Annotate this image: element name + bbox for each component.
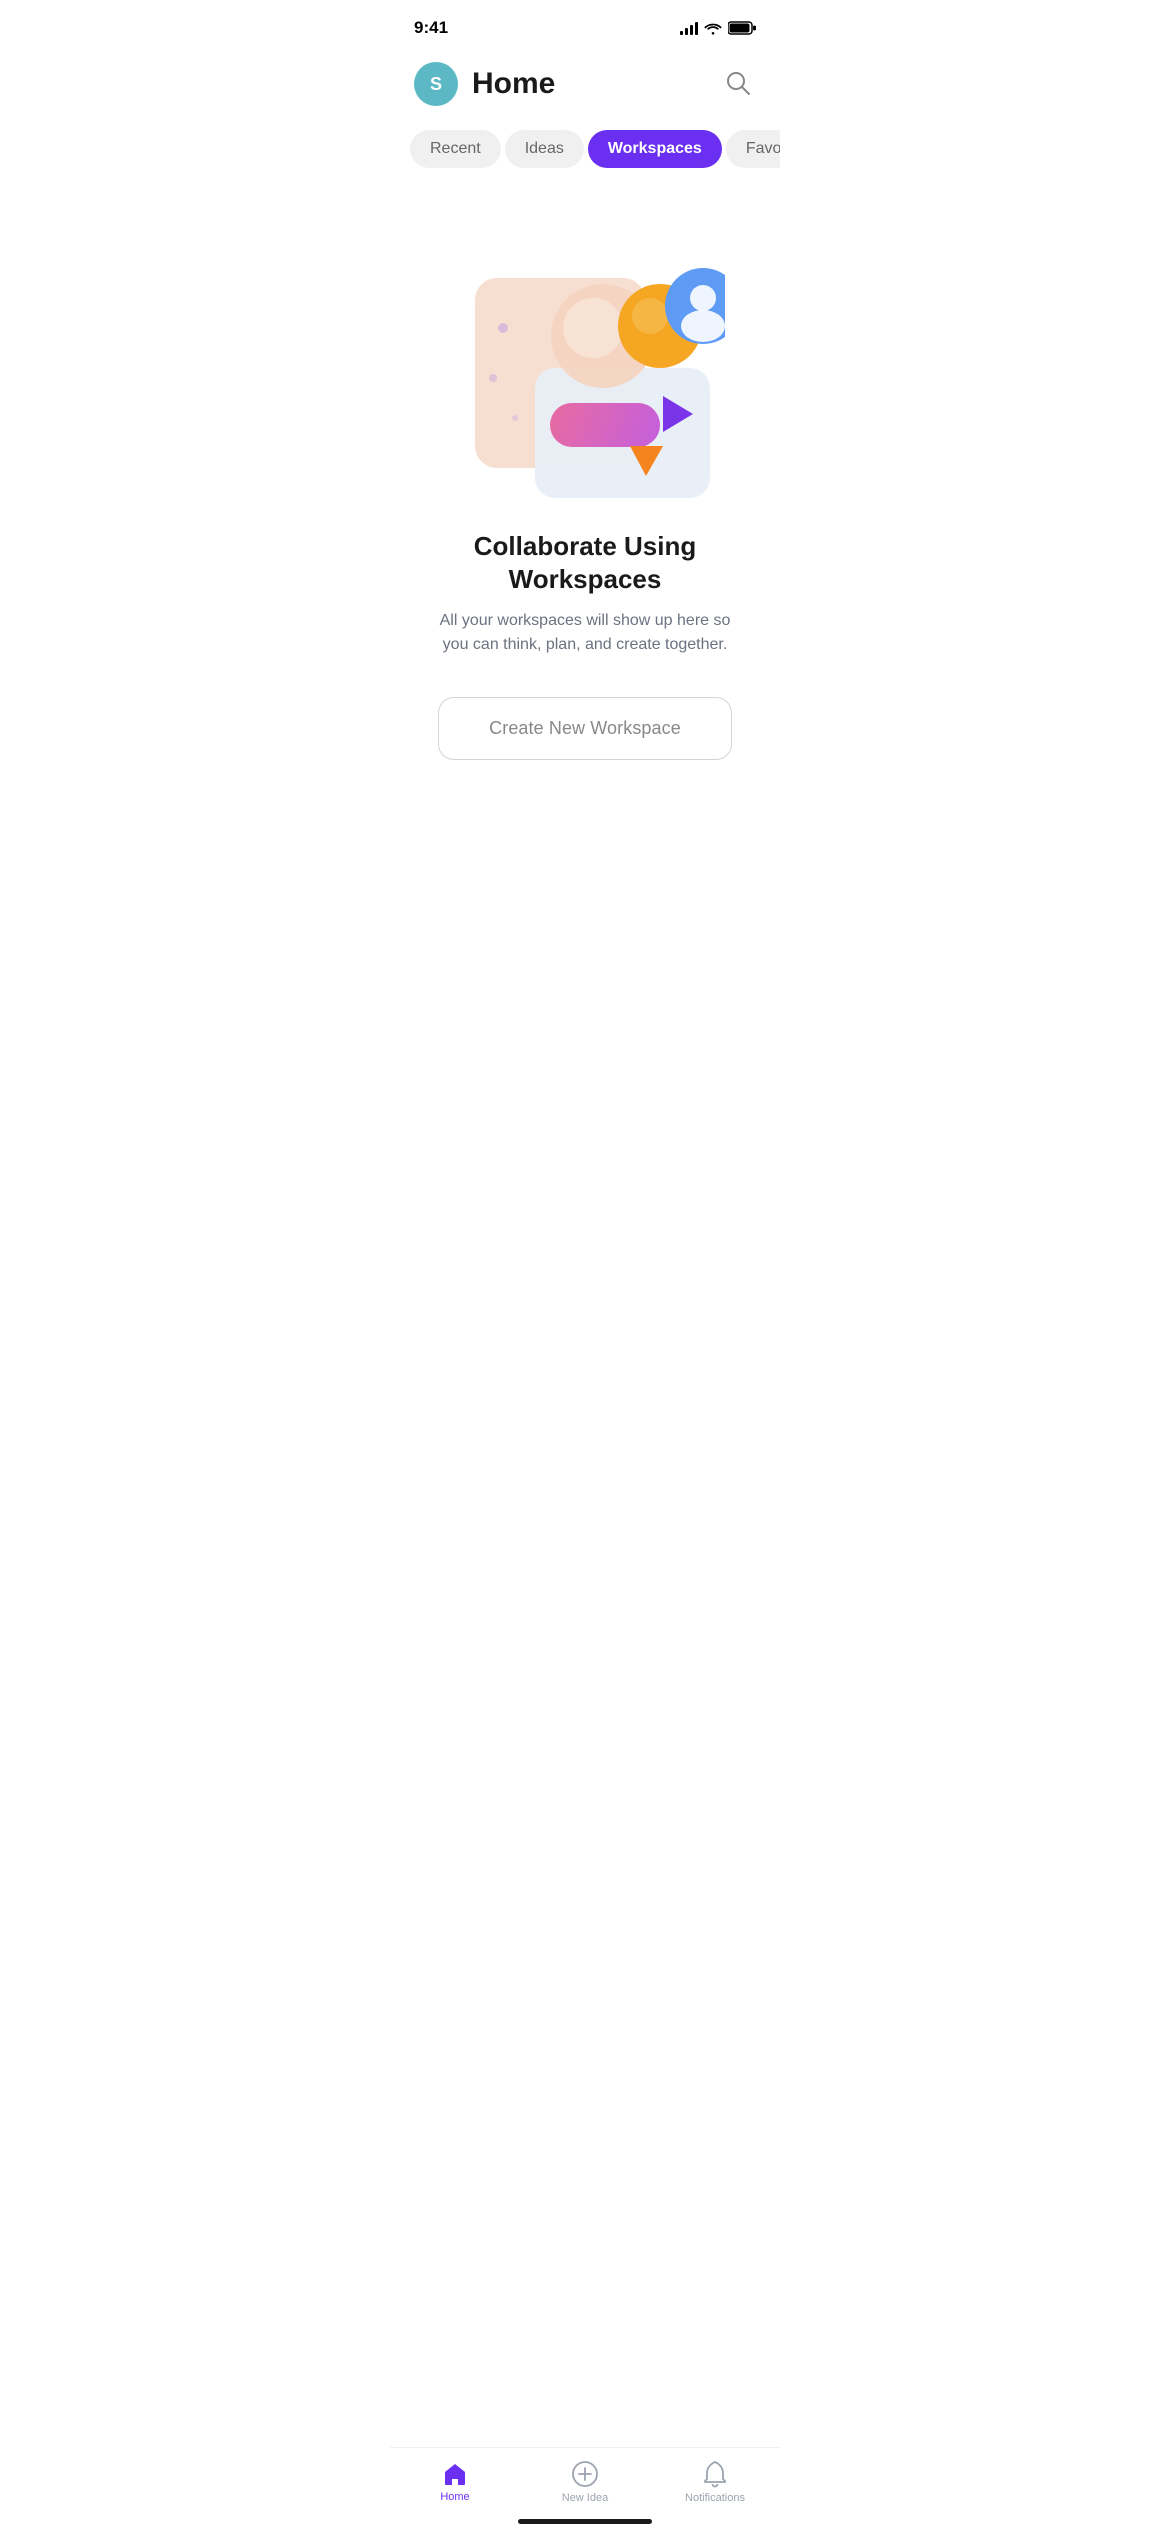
nav-home[interactable]: Home: [415, 2461, 495, 2503]
header-left: S Home: [414, 62, 555, 106]
new-idea-icon: [571, 2460, 599, 2488]
workspace-illustration: [445, 218, 725, 498]
create-workspace-button[interactable]: Create New Workspace: [438, 697, 732, 760]
search-icon: [724, 69, 752, 97]
nav-notifications[interactable]: Notifications: [675, 2460, 755, 2504]
avatar: S: [414, 62, 458, 106]
nav-notifications-label: Notifications: [685, 2492, 745, 2504]
battery-icon: [728, 21, 756, 35]
nav-new-idea-label: New Idea: [562, 2492, 608, 2504]
collab-heading: Collaborate Using Workspaces: [420, 530, 750, 595]
page-title: Home: [472, 67, 555, 101]
tab-ideas[interactable]: Ideas: [505, 130, 584, 168]
tab-workspaces[interactable]: Workspaces: [588, 130, 722, 168]
header: S Home: [390, 50, 780, 122]
tabs-container: Recent Ideas Workspaces Favourites: [390, 122, 780, 188]
signal-icon: [680, 21, 698, 35]
status-time: 9:41: [414, 18, 448, 38]
home-indicator: [518, 2519, 652, 2524]
tab-favourites[interactable]: Favourites: [726, 130, 780, 168]
status-icons: [680, 21, 756, 35]
nav-new-idea[interactable]: New Idea: [545, 2460, 625, 2504]
tab-recent[interactable]: Recent: [410, 130, 501, 168]
nav-home-label: Home: [440, 2491, 469, 2503]
search-button[interactable]: [720, 65, 756, 104]
main-content: Collaborate Using Workspaces All your wo…: [390, 188, 780, 760]
collab-description: All your workspaces will show up here so…: [425, 609, 745, 657]
wifi-icon: [704, 21, 722, 35]
home-icon: [442, 2461, 468, 2487]
status-bar: 9:41: [390, 0, 780, 50]
notifications-icon: [702, 2460, 728, 2488]
